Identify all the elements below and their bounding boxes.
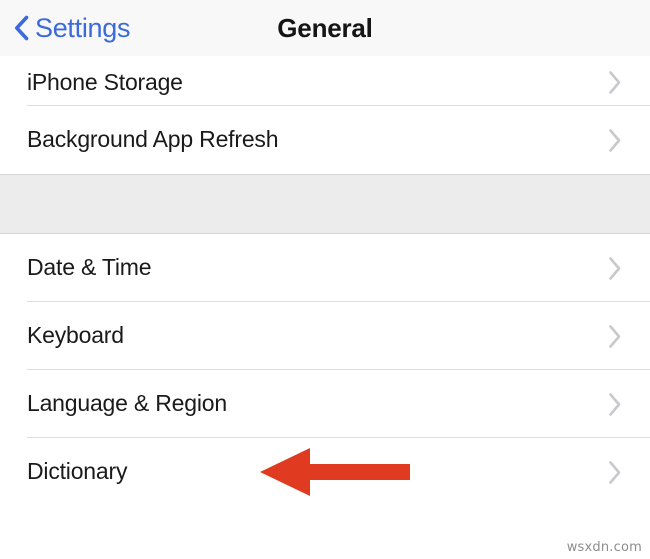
chevron-right-icon xyxy=(609,392,621,416)
chevron-right-icon xyxy=(609,71,621,94)
row-label: Language & Region xyxy=(27,390,227,417)
iphone-settings-screen: Settings General iPhone Storage Backgrou… xyxy=(0,0,650,559)
row-label: Background App Refresh xyxy=(27,126,279,153)
chevron-right-icon xyxy=(609,128,621,152)
row-dictionary[interactable]: Dictionary xyxy=(0,438,650,506)
navigation-bar: Settings General xyxy=(0,0,650,56)
row-keyboard[interactable]: Keyboard xyxy=(0,302,650,370)
chevron-right-icon xyxy=(609,256,621,280)
row-date-and-time[interactable]: Date & Time xyxy=(0,234,650,302)
row-background-app-refresh[interactable]: Background App Refresh xyxy=(0,106,650,174)
row-label: Keyboard xyxy=(27,322,124,349)
chevron-right-icon xyxy=(609,324,621,348)
section-bottom-border xyxy=(0,174,650,175)
chevron-right-icon xyxy=(609,460,621,484)
row-label: iPhone Storage xyxy=(27,68,183,95)
row-label: Date & Time xyxy=(27,254,152,281)
row-label: Dictionary xyxy=(27,458,128,485)
section-storage: iPhone Storage Background App Refresh xyxy=(0,56,650,175)
row-iphone-storage[interactable]: iPhone Storage xyxy=(0,56,650,106)
page-title: General xyxy=(277,13,373,43)
row-language-and-region[interactable]: Language & Region xyxy=(0,370,650,438)
section-gap xyxy=(0,175,650,233)
section-locale: Date & Time Keyboard Language & Region D… xyxy=(0,233,650,506)
settings-table: iPhone Storage Background App Refresh Da… xyxy=(0,56,650,506)
watermark: wsxdn.com xyxy=(566,540,642,555)
